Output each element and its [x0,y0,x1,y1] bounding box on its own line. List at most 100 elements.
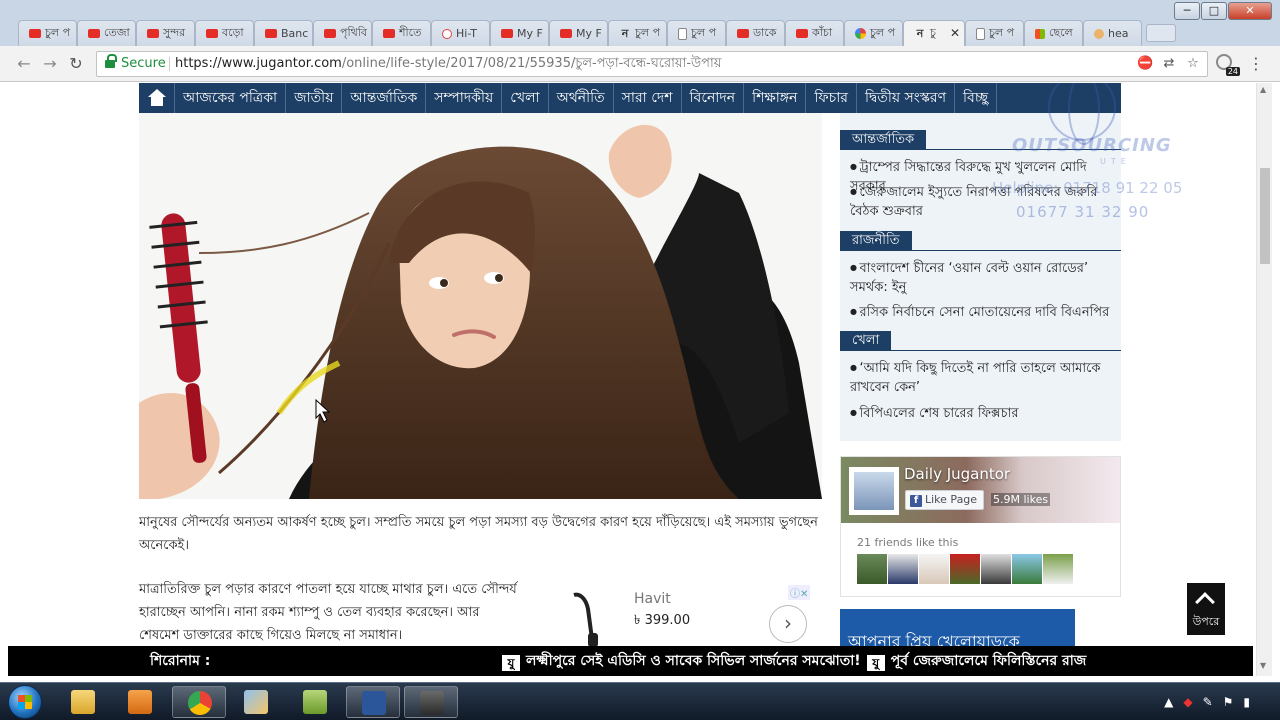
section-head-sports[interactable]: খেলা [840,331,892,351]
browser-tab[interactable]: চুল প [18,20,77,46]
minimize-button[interactable]: ─ [1174,2,1200,20]
scroll-to-top-button[interactable]: উপরে [1187,583,1225,635]
close-tab-icon[interactable]: ✕ [950,26,960,40]
scroll-up-arrow-icon[interactable]: ▲ [1260,85,1266,94]
browser-tab[interactable]: My F [490,20,549,46]
taskbar-media-player[interactable] [113,686,167,718]
window-controls: ─ □ ✕ [1173,2,1272,20]
jugantor-logo-icon: যু [502,655,520,671]
avatar[interactable] [888,554,918,584]
facebook-page-thumbnail[interactable] [849,467,899,515]
sidebar-news-item[interactable]: ‘আমি যদি কিছু দিতেই না পারি তাহলে আমাকে … [850,358,1112,397]
site-nav-item[interactable]: খেলা [502,83,549,113]
taskbar-recorder[interactable] [404,686,458,718]
tray-flag-icon[interactable]: ⚑ [1223,695,1234,709]
taskbar-chrome[interactable] [172,686,226,718]
facebook-like-button[interactable]: f Like Page [905,490,985,510]
browser-tab-active[interactable]: ন চু ✕ [903,20,965,46]
browser-tab[interactable]: পৃথিবি [313,20,372,46]
avatar[interactable] [919,554,949,584]
scroll-down-arrow-icon[interactable]: ▼ [1260,661,1266,670]
site-nav-item[interactable]: আন্তর্জাতিক [342,83,427,113]
youtube-icon [796,29,808,38]
bookmark-star-icon[interactable]: ☆ [1185,56,1201,72]
scrollbar-thumb[interactable] [1260,168,1270,264]
site-nav-item[interactable]: আজকের পত্রিকা [175,83,287,113]
blocked-popup-icon[interactable]: ⛔ [1137,56,1153,72]
tray-edit-icon[interactable]: ✎ [1203,695,1213,709]
sidebar-news-item[interactable]: জেরুজালেম ইস্যুতে নিরাপত্তা পরিষদের জরুর… [850,182,1112,221]
sidebar-news-item[interactable]: বাংলাদেশ চীনের ‘ওয়ান বেল্ট ওয়ান রোডের’… [850,258,1112,297]
browser-tab[interactable]: Banc [254,20,313,46]
browser-tab[interactable]: কাঁচা [785,20,844,46]
avatar[interactable] [981,554,1011,584]
taskbar-word[interactable] [346,686,400,718]
url-text[interactable]: https://www.jugantor.com/online/life-sty… [175,52,721,76]
article-paragraph-1: মানুষের সৌন্দর্যের অন্যতম আকর্ষণ হচ্ছে চ… [139,515,818,553]
site-nav-item[interactable]: জাতীয় [286,83,343,113]
site-nav-item[interactable]: বিচ্ছু [955,83,998,113]
translate-icon: ন [621,26,629,40]
tab-label: পৃথিবি [340,26,368,39]
browser-tab[interactable]: Hi-T [431,20,490,46]
start-button[interactable] [4,683,44,721]
address-bar[interactable]: Secure https://www.jugantor.com/online/l… [96,51,1208,77]
site-nav-item[interactable]: ফিচার [806,83,857,113]
site-nav-item[interactable]: বিনোদন [682,83,745,113]
section-head-international[interactable]: আন্তর্জাতিক [840,130,927,150]
taskbar-explorer[interactable] [56,686,110,718]
browser-tab[interactable]: সুন্দর [136,20,195,46]
facebook-page-name[interactable]: Daily Jugantor [904,465,1010,483]
sidebar-news-item[interactable]: রসিক নির্বাচনে সেনা মোতায়েনের দাবি বিএন… [850,302,1112,322]
extension-icon[interactable]: 24 [1214,52,1240,76]
tab-label: তেজা [104,26,130,39]
promo-banner[interactable]: আপনার প্রিয় খেলোয়াড়কে [840,609,1075,646]
browser-tab[interactable]: hea [1083,20,1142,46]
sidebar-news-item[interactable]: বিপিএলের শেষ চারের ফিক্সচার [850,403,1112,423]
ticker-headline[interactable]: পূর্ব জেরুজালেমে ফিলিস্তিনের রাজ [891,653,1087,669]
maximize-button[interactable]: □ [1201,2,1227,20]
page-scrollbar[interactable]: ▲ ▼ [1256,83,1272,676]
new-tab-button[interactable] [1146,24,1176,42]
close-window-button[interactable]: ✕ [1228,2,1272,20]
site-favicon [1094,28,1104,39]
site-nav-item[interactable]: অর্থনীতি [549,83,614,113]
media-player-icon [128,690,152,714]
avatar[interactable] [950,554,980,584]
ad-choices-icon[interactable]: ⓘ✕ [788,585,811,600]
back-button[interactable]: ← [14,54,34,74]
forward-button[interactable]: → [40,54,60,74]
site-nav-item[interactable]: শিক্ষাঙ্গন [744,83,807,113]
network-icon[interactable]: ▮ [1243,695,1250,709]
taskbar-paint[interactable] [229,686,283,718]
avatar[interactable] [1043,554,1073,584]
browser-menu-icon[interactable]: ⋮ [1248,54,1264,73]
site-nav-item[interactable]: সম্পাদকীয় [426,83,503,113]
tray-app-icon[interactable]: ◆ [1183,695,1192,709]
taskbar-app[interactable] [288,686,342,718]
ad-next-arrow-icon[interactable]: › [769,605,807,643]
avatar[interactable] [857,554,887,584]
browser-tab[interactable]: তেজা [77,20,136,46]
browser-tab[interactable]: শীতে [372,20,431,46]
avatar[interactable] [1012,554,1042,584]
ticker-headline[interactable]: লক্ষ্মীপুরে সেই এডিসি ও সাবেক সিভিল সার্… [526,653,861,669]
home-icon[interactable] [139,83,175,113]
product-ad[interactable]: Havit ৳ 399.00 › ⓘ✕ [562,583,820,646]
browser-tab[interactable]: My F [549,20,608,46]
tab-label: কাঁচা [812,26,833,39]
translate-icon[interactable]: ⇄ [1161,56,1177,72]
browser-tab[interactable]: ডাকে [726,20,785,46]
site-nav-item[interactable]: দ্বিতীয় সংস্করণ [857,83,956,113]
browser-tab[interactable]: চুল প [844,20,903,46]
browser-tab[interactable]: চুল প [667,20,726,46]
browser-tab[interactable]: বড়ো [195,20,254,46]
browser-tab[interactable]: ন চুল প [608,20,667,46]
browser-tab[interactable]: ছেলে [1024,20,1083,46]
reload-button[interactable]: ↻ [66,54,86,74]
section-head-politics[interactable]: রাজনীতি [840,231,912,251]
site-nav-item[interactable]: সারা দেশ [614,83,682,113]
browser-tab[interactable]: চুল প [965,20,1024,46]
tab-label: My F [517,27,543,40]
tray-up-arrow-icon[interactable]: ▲ [1164,695,1173,709]
